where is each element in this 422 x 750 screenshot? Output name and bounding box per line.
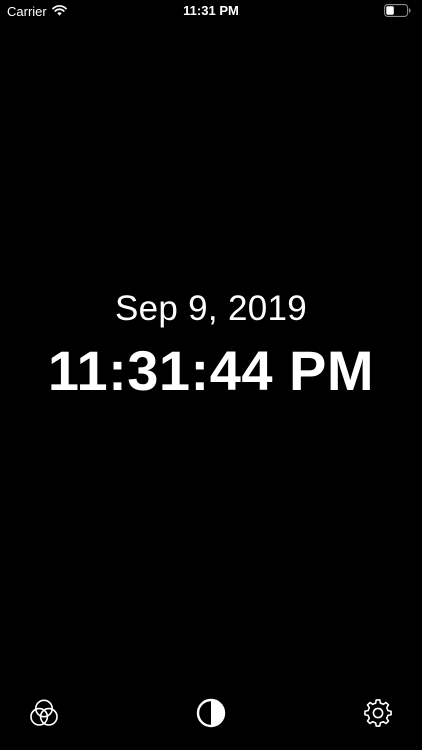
status-time: 11:31 PM: [183, 3, 239, 18]
status-right: [384, 4, 411, 22]
color-filter-button[interactable]: [27, 698, 61, 732]
settings-button[interactable]: [361, 698, 395, 732]
contrast-button[interactable]: [194, 698, 228, 732]
gear-icon: [362, 697, 394, 734]
battery-icon: [384, 4, 411, 21]
date-label: Sep 9, 2019: [114, 289, 308, 328]
clock-display: Sep 9, 2019 11:31:44 PM: [0, 287, 422, 402]
time-label: 11:31:44 PM: [47, 339, 375, 402]
status-bar: Carrier 11:31 PM: [0, 0, 422, 24]
contrast-icon: [195, 697, 227, 734]
bottom-toolbar: [0, 698, 422, 732]
color-circles-icon: [28, 697, 60, 734]
